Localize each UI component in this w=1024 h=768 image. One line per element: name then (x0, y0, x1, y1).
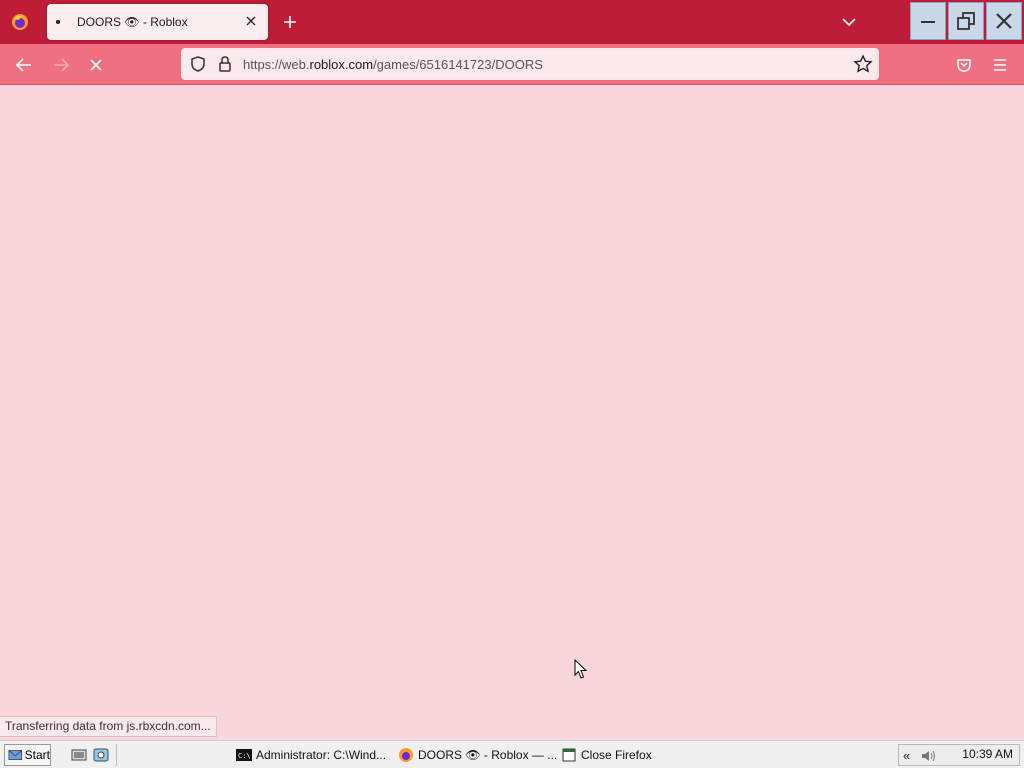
shield-icon[interactable] (189, 55, 207, 73)
close-window-icon[interactable] (986, 2, 1022, 40)
minimize-icon[interactable] (910, 2, 946, 40)
taskbar-item-label: DOORS 👁 - Roblox — ... (418, 748, 558, 762)
mouse-cursor-icon (574, 658, 588, 680)
star-icon[interactable] (853, 54, 873, 74)
window-icon (562, 748, 576, 762)
start-button[interactable]: Start (4, 744, 51, 766)
menu-icon[interactable] (989, 54, 1011, 76)
url-domain: roblox.com (309, 57, 374, 72)
url-prefix: https://web. (243, 57, 310, 72)
stop-icon[interactable] (85, 54, 107, 76)
status-text: Transferring data from js.rbxcdn.com... (0, 716, 217, 737)
clock[interactable]: 10:39 AM (962, 747, 1013, 761)
taskbar-separator (116, 744, 226, 766)
taskbar-item-label: Close Firefox (581, 748, 652, 762)
url-text[interactable]: https://web.roblox.com/games/6516141723/… (243, 57, 543, 72)
tab-doors[interactable]: DOORS 👁 - Roblox (47, 4, 268, 40)
firefox-icon (399, 748, 413, 762)
start-label: Start (24, 748, 50, 762)
lock-icon[interactable] (216, 55, 234, 73)
pocket-icon[interactable] (953, 54, 975, 76)
forward-icon[interactable] (50, 54, 72, 76)
taskbar: Start C:\ Administrator: C:\Wind... DOOR… (0, 740, 1024, 768)
tray-expand-icon[interactable]: « (903, 748, 910, 763)
firefox-icon[interactable] (10, 12, 30, 32)
page-content (0, 86, 1024, 716)
system-tray: « 10:39 AM (898, 744, 1020, 766)
url-bar[interactable]: https://web.roblox.com/games/6516141723/… (181, 48, 879, 80)
svg-text:C:\: C:\ (238, 752, 251, 760)
taskbar-item-cmd[interactable]: C:\ Administrator: C:\Wind... (236, 745, 386, 765)
tab-strip: DOORS 👁 - Roblox (0, 0, 1024, 44)
url-path: /games/6516141723/DOORS (373, 57, 543, 72)
taskbar-item-label: Administrator: C:\Wind... (256, 748, 387, 762)
nav-bar: https://web.roblox.com/games/6516141723/… (0, 44, 1024, 85)
explorer-icon[interactable] (93, 747, 109, 763)
taskbar-item-close-firefox[interactable]: Close Firefox (561, 745, 652, 765)
loading-indicator-icon (56, 20, 60, 24)
restore-icon[interactable] (948, 2, 984, 40)
cmd-icon: C:\ (236, 749, 252, 761)
close-icon[interactable] (242, 12, 260, 30)
back-icon[interactable] (13, 54, 35, 76)
plus-icon[interactable] (280, 12, 300, 32)
volume-icon[interactable] (921, 749, 937, 763)
desktop-icon[interactable] (71, 747, 87, 763)
chevron-down-icon[interactable] (839, 12, 859, 32)
tab-title: DOORS 👁 - Roblox (77, 15, 188, 29)
taskbar-item-firefox[interactable]: DOORS 👁 - Roblox — ... (398, 745, 557, 765)
start-icon (8, 750, 23, 760)
